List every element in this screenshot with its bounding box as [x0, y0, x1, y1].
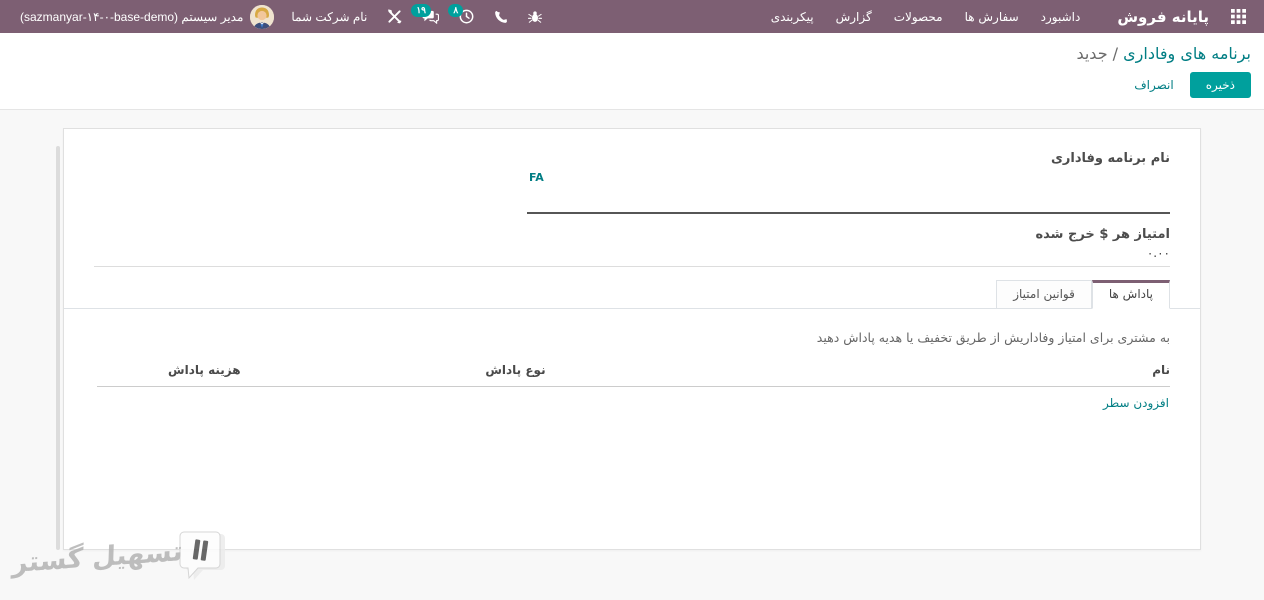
user-avatar	[250, 4, 275, 29]
debug-bug-button[interactable]	[519, 0, 551, 33]
program-name-input[interactable]: FA	[527, 168, 1170, 214]
app-title[interactable]: پایانه فروش	[1091, 8, 1221, 26]
company-name-label: نام شرکت شما	[291, 9, 368, 24]
tab-point-rules[interactable]: قوانین امتیاز	[996, 280, 1092, 309]
user-menu[interactable]: مدیر سیستم (sazmanyar-۱۴-۰-base-demo)	[14, 0, 280, 33]
phone-button[interactable]	[485, 0, 517, 33]
rewards-table-header: نام نوع پاداش هزینه پاداش	[97, 363, 1170, 387]
rewards-description: به مشتری برای امتیاز وفاداریش از طریق تخ…	[816, 330, 1170, 345]
breadcrumb-separator: /	[1107, 44, 1124, 63]
notebook-tabs: پاداش ها قوانین امتیاز	[64, 280, 1200, 309]
systray: ۸ ۱۹ نام شرکت شما مدیر سیستم (sazmanyar-…	[14, 0, 551, 33]
activities-button[interactable]: ۸	[448, 0, 483, 33]
column-header-name: نام	[1152, 363, 1170, 377]
content-area: نام برنامه وفاداری FA امتیاز هر $ خرج شد…	[0, 128, 1264, 600]
translate-button[interactable]: FA	[529, 171, 544, 184]
tab-rewards[interactable]: پاداش ها	[1091, 280, 1170, 309]
phone-icon	[495, 10, 508, 23]
points-per-currency-field: امتیاز هر $ خرج شده ۰.۰۰	[94, 220, 1170, 267]
top-navbar: پایانه فروش داشبورد سفارش ها محصولات گزا…	[0, 0, 1264, 33]
points-input[interactable]: ۰.۰۰	[94, 246, 1170, 260]
apps-menu-button[interactable]	[1221, 0, 1256, 33]
apps-grid-icon	[1231, 9, 1246, 24]
menu-item-reporting[interactable]: گزارش	[825, 0, 883, 33]
menu-item-dashboard[interactable]: داشبورد	[1030, 0, 1092, 33]
control-panel: برنامه های وفاداری / جدید ذخیره انصراف	[0, 33, 1264, 110]
rewards-tab-content: به مشتری برای امتیاز وفاداریش از طریق تخ…	[64, 309, 1200, 431]
save-button[interactable]: ذخیره	[1189, 72, 1251, 98]
program-name-field: نام برنامه وفاداری FA	[94, 151, 1170, 214]
breadcrumb: برنامه های وفاداری / جدید	[13, 44, 1251, 63]
tools-wrench-icon	[388, 9, 402, 24]
messages-button[interactable]: ۱۹	[411, 0, 448, 33]
vertical-scrollbar[interactable]	[56, 146, 60, 550]
column-header-reward-cost: هزینه پاداش	[168, 363, 241, 377]
points-label: امتیاز هر $ خرج شده	[1035, 227, 1170, 242]
user-name-label: مدیر سیستم (sazmanyar-۱۴-۰-base-demo)	[20, 9, 244, 24]
add-line-link[interactable]: افزودن سطر	[1102, 387, 1170, 419]
watermark-logo: تسهیل گستر	[10, 531, 229, 583]
developer-tools-button[interactable]	[378, 0, 411, 33]
form-sheet: نام برنامه وفاداری FA امتیاز هر $ خرج شد…	[63, 128, 1201, 550]
company-switcher[interactable]: نام شرکت شما	[282, 0, 376, 33]
watermark-text: تسهیل گستر	[11, 535, 184, 579]
bug-icon	[528, 10, 543, 23]
messages-count-badge: ۱۹	[411, 4, 431, 17]
discard-button[interactable]: انصراف	[1122, 73, 1185, 97]
menu-item-products[interactable]: محصولات	[883, 0, 954, 33]
activities-count-badge: ۸	[448, 4, 464, 17]
breadcrumb-parent-link[interactable]: برنامه های وفاداری	[1123, 44, 1251, 63]
main-menu: داشبورد سفارش ها محصولات گزارش پیکربندی	[760, 0, 1092, 33]
column-header-reward-type: نوع پاداش	[485, 363, 546, 377]
program-name-label: نام برنامه وفاداری	[1050, 151, 1170, 166]
breadcrumb-current: جدید	[1076, 44, 1108, 63]
menu-item-orders[interactable]: سفارش ها	[954, 0, 1030, 33]
menu-item-configuration[interactable]: پیکربندی	[760, 0, 825, 33]
